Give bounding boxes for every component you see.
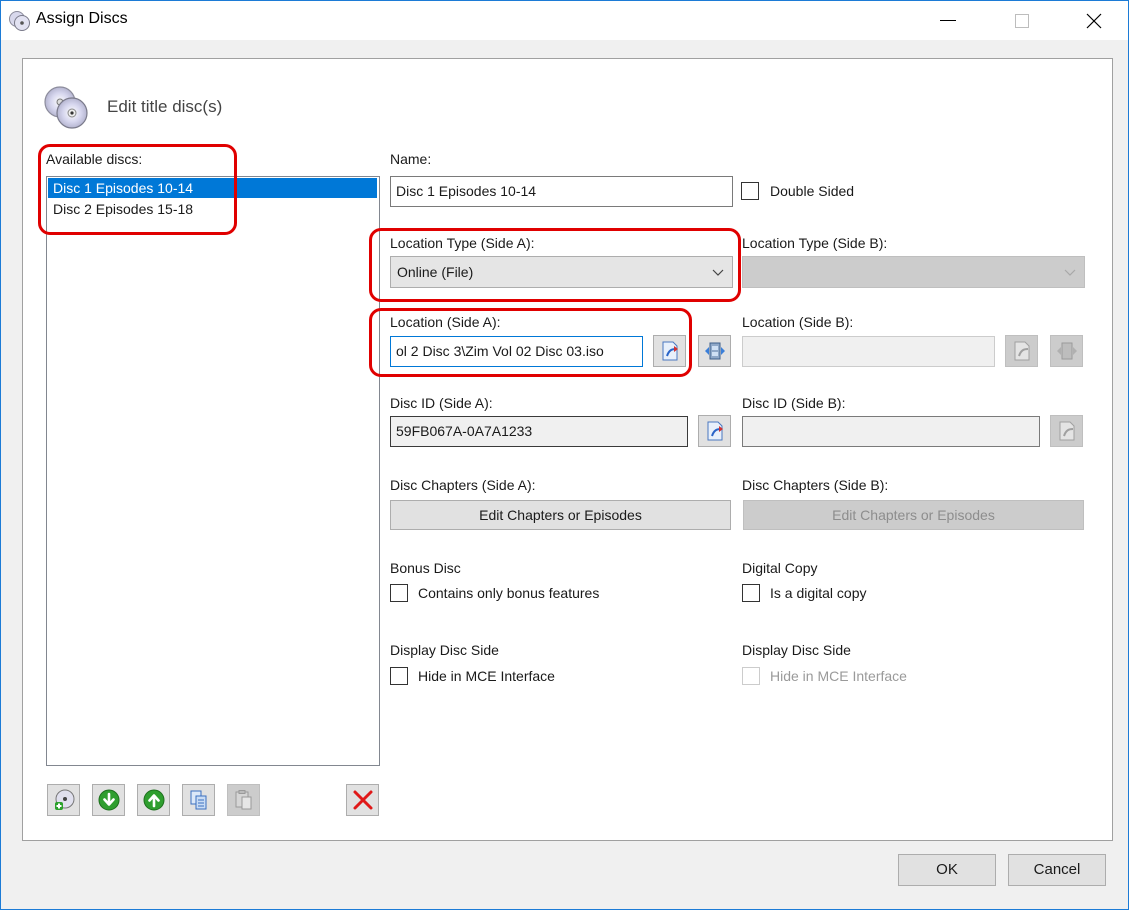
digital-copy-checkbox-label: Is a digital copy (770, 585, 867, 601)
title-bar[interactable]: Assign Discs (1, 1, 1128, 40)
delete-icon (353, 790, 372, 810)
edit-discs-header-icon (44, 86, 88, 129)
delete-button[interactable] (346, 784, 379, 816)
edit-chapters-a-button[interactable]: Edit Chapters or Episodes (390, 500, 731, 530)
move-down-button[interactable] (92, 784, 125, 816)
digital-copy-label: Digital Copy (742, 560, 818, 576)
location-type-a-select[interactable]: Online (File) (390, 256, 733, 288)
location-a-input[interactable]: ol 2 Disc 3\Zim Vol 02 Disc 03.iso (390, 336, 643, 367)
edit-disc-id-b-button[interactable] (1050, 415, 1083, 447)
browse-location-a-button[interactable] (653, 335, 686, 367)
digital-copy-checkbox[interactable] (742, 584, 760, 602)
copy-button[interactable] (182, 784, 215, 816)
edit-disc-id-a-button[interactable] (698, 415, 731, 447)
film-icon (704, 342, 725, 360)
hide-mce-a-checkbox[interactable] (390, 667, 408, 685)
location-b-label: Location (Side B): (742, 314, 854, 330)
double-sided-checkbox[interactable] (741, 182, 759, 200)
name-input[interactable]: Disc 1 Episodes 10-14 (390, 176, 733, 207)
disc-id-b-label: Disc ID (Side B): (742, 395, 846, 411)
ok-button[interactable]: OK (898, 854, 996, 886)
disc-list-item[interactable]: Disc 2 Episodes 15-18 (48, 199, 377, 219)
chevron-down-icon (1064, 269, 1076, 276)
hide-mce-b-checkbox[interactable] (742, 667, 760, 685)
edit-chapters-b-button[interactable]: Edit Chapters or Episodes (743, 500, 1084, 530)
bonus-disc-label: Bonus Disc (390, 560, 461, 576)
arrow-down-icon (98, 789, 119, 811)
display-side-b-label: Display Disc Side (742, 642, 851, 658)
location-type-b-label: Location Type (Side B): (742, 235, 888, 251)
paste-button[interactable] (227, 784, 260, 816)
disc-id-b-input[interactable] (742, 416, 1040, 447)
chevron-down-icon (712, 269, 724, 276)
media-a-button[interactable] (698, 335, 731, 367)
maximize-icon (1015, 13, 1029, 28)
close-button[interactable] (1071, 1, 1117, 40)
location-b-input[interactable] (742, 336, 995, 367)
edit-file-icon (1014, 341, 1029, 361)
minimize-button[interactable] (925, 1, 971, 40)
available-discs-list[interactable]: Disc 1 Episodes 10-14 Disc 2 Episodes 15… (46, 176, 380, 766)
double-sided-label: Double Sided (770, 183, 855, 199)
location-a-label: Location (Side A): (390, 314, 501, 330)
maximize-button[interactable] (999, 1, 1045, 40)
available-discs-label: Available discs: (46, 151, 143, 167)
bonus-disc-checkbox[interactable] (390, 584, 408, 602)
location-type-a-label: Location Type (Side A): (390, 235, 535, 251)
edit-file-icon (707, 421, 723, 441)
arrow-up-icon (143, 789, 164, 811)
name-label: Name: (390, 151, 432, 167)
discs-icon (9, 11, 30, 31)
assign-discs-window: Assign Discs Edit title disc(s) Availabl… (0, 0, 1129, 910)
media-b-button[interactable] (1050, 335, 1083, 367)
window-title: Assign Discs (36, 10, 128, 27)
hide-mce-a-label: Hide in MCE Interface (418, 668, 555, 684)
minimize-icon (940, 20, 956, 21)
film-icon (1056, 342, 1077, 360)
disc-id-a-input[interactable]: 59FB067A-0A7A1233 (390, 416, 688, 447)
location-type-a-value: Online (File) (397, 264, 474, 280)
location-type-b-select[interactable] (742, 256, 1085, 288)
browse-location-b-button[interactable] (1005, 335, 1038, 367)
add-disc-button[interactable] (47, 784, 80, 816)
edit-file-icon (662, 341, 678, 361)
add-disc-icon (54, 789, 74, 810)
bonus-checkbox-label: Contains only bonus features (418, 585, 600, 601)
chapters-b-label: Disc Chapters (Side B): (742, 477, 889, 493)
page-title: Edit title disc(s) (107, 97, 223, 116)
edit-file-icon (1059, 421, 1074, 441)
display-side-a-label: Display Disc Side (390, 642, 499, 658)
chapters-a-label: Disc Chapters (Side A): (390, 477, 536, 493)
close-icon (1086, 13, 1102, 28)
cancel-button[interactable]: Cancel (1008, 854, 1106, 886)
paste-icon (235, 790, 251, 810)
disc-id-a-label: Disc ID (Side A): (390, 395, 493, 411)
copy-icon (190, 790, 206, 810)
move-up-button[interactable] (137, 784, 170, 816)
hide-mce-b-label: Hide in MCE Interface (770, 668, 907, 684)
disc-list-item[interactable]: Disc 1 Episodes 10-14 (48, 178, 377, 198)
